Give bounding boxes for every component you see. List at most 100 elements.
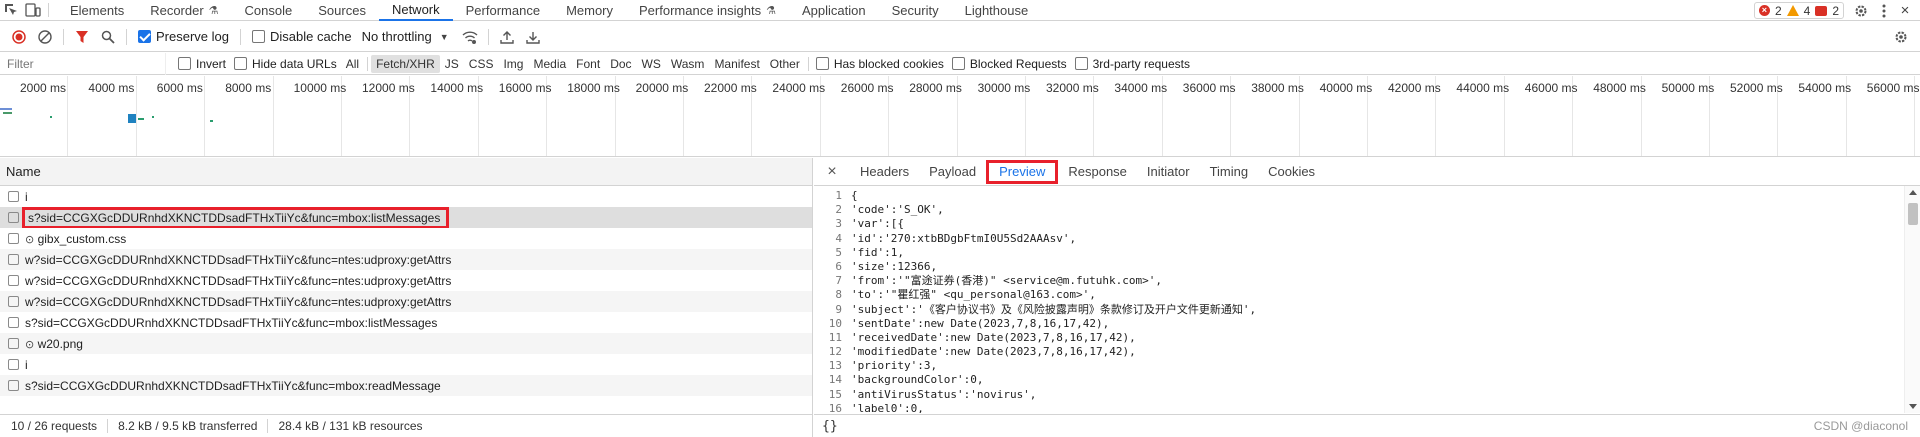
request-name: s?sid=CCGXGcDDURnhdXKNCTDDsadFTHxTiiYc&f… bbox=[25, 315, 438, 330]
checkbox-checked-icon bbox=[138, 30, 151, 43]
tab-performance-insights[interactable]: Performance insights ⚗ bbox=[626, 0, 789, 21]
filter-type-all[interactable]: All bbox=[341, 55, 364, 73]
pretty-print-braces-icon[interactable]: {} bbox=[822, 419, 838, 434]
has-blocked-cookies-label: Has blocked cookies bbox=[833, 56, 944, 71]
filter-type-css[interactable]: CSS bbox=[464, 55, 499, 73]
row-checkbox-icon bbox=[8, 275, 19, 286]
filter-type-js[interactable]: JS bbox=[440, 55, 464, 73]
preserve-log-checkbox[interactable]: Preserve log bbox=[138, 29, 229, 44]
has-blocked-cookies-checkbox[interactable]: Has blocked cookies bbox=[815, 56, 944, 71]
export-har-icon[interactable] bbox=[520, 24, 546, 50]
scrollbar-thumb[interactable] bbox=[1908, 203, 1918, 225]
request-row[interactable]: s?sid=CCGXGcDDURnhdXKNCTDDsadFTHxTiiYc&f… bbox=[0, 207, 812, 228]
detail-tab-headers[interactable]: Headers bbox=[850, 160, 919, 184]
toolbar-separator bbox=[126, 28, 127, 45]
tab-console[interactable]: Console bbox=[232, 0, 306, 21]
filter-type-img[interactable]: Img bbox=[498, 55, 528, 73]
tab-label: Elements bbox=[70, 2, 125, 18]
filter-type-doc[interactable]: Doc bbox=[605, 55, 636, 73]
name-column-header[interactable]: Name bbox=[0, 158, 812, 186]
close-detail-icon[interactable]: × bbox=[822, 163, 842, 181]
issues-counter[interactable]: × 2 4 2 bbox=[1753, 2, 1844, 19]
tab-sources[interactable]: Sources bbox=[305, 0, 379, 21]
overview-tick-label: 38000 ms bbox=[1251, 81, 1304, 95]
detail-tab-timing[interactable]: Timing bbox=[1200, 160, 1259, 184]
blocked-requests-checkbox[interactable]: Blocked Requests bbox=[951, 57, 1067, 71]
tab-separator bbox=[48, 3, 49, 17]
tab-application[interactable]: Application bbox=[789, 0, 879, 21]
network-conditions-icon[interactable] bbox=[457, 24, 483, 50]
tab-network[interactable]: Network bbox=[378, 0, 453, 21]
overview-tick-label: 22000 ms bbox=[704, 81, 757, 95]
detail-tab-response[interactable]: Response bbox=[1058, 160, 1137, 184]
line-number: 16 bbox=[828, 401, 842, 413]
tab-security[interactable]: Security bbox=[879, 0, 952, 21]
filter-type-other[interactable]: Other bbox=[765, 55, 805, 73]
request-name: s?sid=CCGXGcDDURnhdXKNCTDDsadFTHxTiiYc&f… bbox=[25, 378, 441, 393]
record-stop-icon[interactable] bbox=[6, 24, 32, 50]
filter-funnel-icon[interactable] bbox=[69, 24, 95, 50]
device-toolbar-icon[interactable] bbox=[22, 0, 44, 21]
request-row[interactable]: i bbox=[0, 186, 812, 207]
tab-label: Application bbox=[802, 2, 866, 18]
request-row[interactable]: s?sid=CCGXGcDDURnhdXKNCTDDsadFTHxTiiYc&f… bbox=[0, 375, 812, 396]
import-har-icon[interactable] bbox=[494, 24, 520, 50]
throttling-select[interactable]: No throttling ▼ bbox=[362, 29, 449, 44]
tab-lighthouse[interactable]: Lighthouse bbox=[952, 0, 1042, 21]
scroll-down-icon[interactable] bbox=[1909, 404, 1917, 409]
scroll-up-icon[interactable] bbox=[1909, 190, 1917, 195]
network-settings-gear-icon[interactable] bbox=[1888, 24, 1914, 50]
line-number: 2 bbox=[835, 203, 842, 217]
search-icon[interactable] bbox=[95, 24, 121, 50]
vertical-scrollbar[interactable] bbox=[1904, 186, 1920, 413]
tab-recorder[interactable]: Recorder ⚗ bbox=[137, 0, 231, 21]
inspect-element-icon[interactable] bbox=[0, 0, 22, 21]
filter-type-media[interactable]: Media bbox=[528, 55, 571, 73]
tab-elements[interactable]: Elements bbox=[57, 0, 137, 21]
invert-checkbox[interactable]: Invert bbox=[178, 57, 226, 71]
detail-tab-preview[interactable]: Preview bbox=[986, 159, 1059, 184]
disable-cache-checkbox[interactable]: Disable cache bbox=[251, 29, 352, 44]
request-row[interactable]: ⊙ gibx_custom.css bbox=[0, 228, 812, 249]
detail-tab-cookies[interactable]: Cookies bbox=[1258, 160, 1325, 184]
overview-tick-label: 50000 ms bbox=[1661, 81, 1715, 95]
request-row[interactable]: ⊙ w20.png bbox=[0, 333, 812, 354]
filter-type-ws[interactable]: WS bbox=[637, 55, 666, 73]
request-row[interactable]: s?sid=CCGXGcDDURnhdXKNCTDDsadFTHxTiiYc&f… bbox=[0, 312, 812, 333]
tab-memory[interactable]: Memory bbox=[553, 0, 626, 21]
hide-data-urls-checkbox[interactable]: Hide data URLs bbox=[234, 57, 337, 71]
detail-tab-payload[interactable]: Payload bbox=[919, 160, 986, 184]
checkbox-unchecked-icon bbox=[251, 30, 265, 43]
overview-tick-label: 12000 ms bbox=[362, 81, 415, 95]
third-party-requests-checkbox[interactable]: 3rd-party requests bbox=[1074, 57, 1190, 71]
filter-input[interactable]: Filter bbox=[0, 52, 166, 75]
line-number: 4 bbox=[835, 231, 842, 245]
network-overview-timeline[interactable]: 2000 ms 4000 ms 6000 ms 8000 ms 10000 ms 1200… bbox=[0, 76, 1920, 157]
filter-type-fetch-xhr[interactable]: Fetch/XHR bbox=[371, 54, 440, 73]
preview-code-viewer[interactable]: 1{2'code':'S_OK', 3'var':[{4'id':'270:xtb… bbox=[814, 186, 1920, 413]
overview-tick-label: 44000 ms bbox=[1456, 81, 1510, 95]
clear-icon[interactable] bbox=[32, 24, 58, 50]
request-row[interactable]: w?sid=CCGXGcDDURnhdXKNCTDDsadFTHxTiiYc&f… bbox=[0, 270, 812, 291]
overview-tick-label: 26000 ms bbox=[840, 81, 894, 95]
overview-tick-label: 52000 ms bbox=[1730, 81, 1783, 95]
filter-type-font[interactable]: Font bbox=[571, 55, 605, 73]
filter-type-manifest[interactable]: Manifest bbox=[709, 55, 764, 73]
code-text: 'var':[{ bbox=[851, 217, 904, 231]
code-line: 8 'to':'"瞿红强" <qu_personal@163.com>', bbox=[814, 288, 1920, 302]
tab-label: Network bbox=[391, 1, 440, 17]
tab-performance[interactable]: Performance bbox=[453, 0, 553, 21]
filter-type-wasm[interactable]: Wasm bbox=[666, 55, 710, 73]
detail-tab-initiator[interactable]: Initiator bbox=[1137, 160, 1200, 184]
more-options-icon[interactable] bbox=[1878, 0, 1890, 21]
request-rows: i s?sid=CCGXGcDDURnhdXKNCTDDsadFTHxTiiYc&… bbox=[0, 186, 812, 396]
checkbox-unchecked-icon bbox=[951, 57, 965, 70]
close-devtools-icon[interactable]: × bbox=[1898, 0, 1912, 21]
request-name-wrapper: i bbox=[25, 358, 28, 372]
overview-tick-label: 14000 ms bbox=[430, 81, 484, 95]
settings-gear-icon[interactable] bbox=[1852, 0, 1870, 21]
request-row[interactable]: w?sid=CCGXGcDDURnhdXKNCTDDsadFTHxTiiYc&f… bbox=[0, 291, 812, 312]
request-row[interactable]: i bbox=[0, 354, 812, 375]
request-row[interactable]: w?sid=CCGXGcDDURnhdXKNCTDDsadFTHxTiiYc&f… bbox=[0, 249, 812, 270]
overview-tick-label: 40000 ms bbox=[1319, 81, 1373, 95]
